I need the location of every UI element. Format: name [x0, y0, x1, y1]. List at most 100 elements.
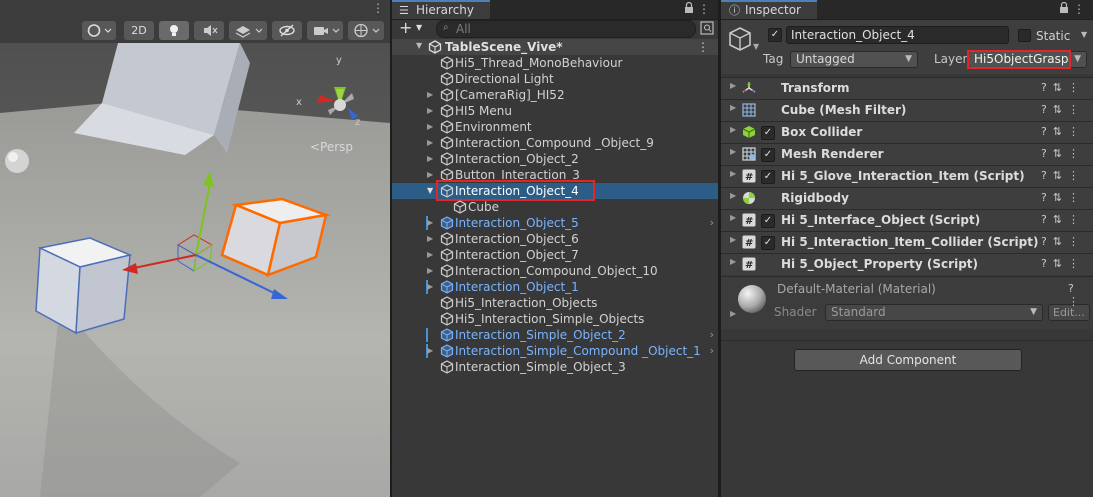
expand-arrow-icon[interactable]: ▶: [427, 263, 437, 279]
more-options-icon[interactable]: ⋮: [698, 2, 710, 16]
hierarchy-item[interactable]: Directional Light: [392, 71, 718, 87]
hierarchy-item[interactable]: ▶ Interaction_Object_2: [392, 151, 718, 167]
object-name-field[interactable]: Interaction_Object_4: [786, 26, 1009, 44]
camera-settings-button[interactable]: [307, 21, 343, 40]
active-checkbox[interactable]: ✓: [768, 28, 782, 42]
toggle-2d-button[interactable]: 2D: [124, 21, 154, 40]
expand-arrow-icon[interactable]: ▶: [730, 147, 736, 156]
hidden-objects-toggle[interactable]: [272, 21, 302, 40]
gizmos-button[interactable]: [348, 21, 384, 40]
expand-arrow-icon[interactable]: ▶: [730, 81, 736, 90]
chevron-right-icon[interactable]: ›: [710, 327, 714, 343]
lock-icon[interactable]: [684, 1, 694, 17]
expand-arrow-icon[interactable]: ▶: [730, 309, 736, 318]
component-header[interactable]: ▶ Cube (Mesh Filter) ?⇅⋮: [721, 99, 1093, 121]
audio-toggle-button[interactable]: [194, 21, 224, 40]
cube-left[interactable]: [35, 237, 133, 335]
tab-hierarchy[interactable]: ☰ Hierarchy: [392, 0, 490, 19]
expand-arrow-icon[interactable]: ▶: [427, 135, 437, 151]
material-header-icons[interactable]: ?⋮: [1068, 282, 1093, 308]
static-checkbox[interactable]: [1018, 29, 1031, 42]
expand-arrow-icon[interactable]: ▶: [730, 169, 736, 178]
scene-view[interactable]: ⋮ 2D y x z <Persp: [0, 0, 390, 497]
expand-arrow-icon[interactable]: ▶: [730, 103, 736, 112]
hierarchy-item[interactable]: ▶ Interaction_Simple_Compound _Object_1 ›: [392, 343, 718, 359]
expand-arrow-icon[interactable]: ▶: [730, 125, 736, 134]
component-enabled-checkbox[interactable]: ✓: [761, 148, 775, 162]
hierarchy-item[interactable]: ▶ Environment: [392, 119, 718, 135]
component-header-icons[interactable]: ?⇅⋮: [1041, 125, 1085, 138]
search-input[interactable]: ⌕ All: [436, 20, 696, 38]
create-button[interactable]: + ▼: [396, 18, 430, 37]
component-enabled-checkbox[interactable]: ✓: [761, 170, 775, 184]
component-enabled-checkbox[interactable]: ✓: [761, 236, 775, 250]
component-header-icons[interactable]: ?⇅⋮: [1041, 257, 1085, 270]
component-header[interactable]: ▶ Transform ?⇅⋮: [721, 77, 1093, 99]
hierarchy-item[interactable]: Hi5_Thread_MonoBehaviour: [392, 55, 718, 71]
collapse-arrow-icon[interactable]: ▼: [416, 41, 422, 50]
component-header-icons[interactable]: ?⇅⋮: [1041, 235, 1085, 248]
draw-mode-button[interactable]: [82, 21, 116, 40]
hierarchy-item[interactable]: Interaction_Simple_Object_3: [392, 359, 718, 375]
hierarchy-item[interactable]: ▶ Interaction_Object_1: [392, 279, 718, 295]
more-options-icon[interactable]: ⋮: [697, 39, 709, 55]
component-header-icons[interactable]: ?⇅⋮: [1041, 169, 1085, 182]
component-header[interactable]: ▶ # ✓ Hi 5_Interface_Object (Script) ?⇅⋮: [721, 209, 1093, 231]
expand-arrow-icon[interactable]: ▶: [427, 87, 437, 103]
hierarchy-item[interactable]: Hi5_Interaction_Simple_Objects: [392, 311, 718, 327]
hierarchy-item[interactable]: ▶ Interaction_Object_5 ›: [392, 215, 718, 231]
tag-dropdown[interactable]: Untagged ▼: [790, 51, 918, 68]
expand-arrow-icon[interactable]: ▶: [427, 103, 437, 119]
expand-arrow-icon[interactable]: ▶: [730, 257, 736, 266]
component-header-icons[interactable]: ?⇅⋮: [1041, 191, 1085, 204]
hierarchy-item[interactable]: ▶ HI5 Menu: [392, 103, 718, 119]
expand-arrow-icon[interactable]: ▶: [427, 343, 437, 359]
expand-arrow-icon[interactable]: ▶: [427, 151, 437, 167]
hierarchy-item[interactable]: ▶ Interaction_Compound_Object_10: [392, 263, 718, 279]
scene-header-row[interactable]: ▼ TableScene_Vive* ⋮: [392, 39, 718, 55]
add-component-button[interactable]: Add Component: [794, 349, 1022, 371]
lighting-toggle-button[interactable]: [159, 21, 189, 40]
expand-arrow-icon[interactable]: ▶: [730, 213, 736, 222]
expand-arrow-icon[interactable]: ▶: [427, 279, 437, 295]
hierarchy-item[interactable]: Cube: [392, 199, 718, 215]
static-dropdown-icon[interactable]: ▼: [1081, 30, 1087, 39]
expand-arrow-icon[interactable]: ▶: [730, 235, 736, 244]
component-header[interactable]: ▶ # ✓ Hi 5_Glove_Interaction_Item (Script)?…: [721, 165, 1093, 187]
chevron-right-icon[interactable]: ›: [710, 343, 714, 359]
component-header[interactable]: ▶ # ✓ Hi 5_Interaction_Item_Collider (Scrip…: [721, 231, 1093, 253]
scene-filter-button[interactable]: [700, 21, 714, 35]
more-options-icon[interactable]: ⋮: [372, 1, 384, 15]
tab-inspector[interactable]: ⓘ Inspector: [721, 0, 817, 19]
hierarchy-item[interactable]: ▶ Interaction_Object_6: [392, 231, 718, 247]
hierarchy-item[interactable]: Hi5_Interaction_Objects: [392, 295, 718, 311]
effects-dropdown-button[interactable]: [229, 21, 267, 40]
expand-arrow-icon[interactable]: ▶: [730, 191, 736, 200]
component-header[interactable]: ▶ ✓ Box Collider ?⇅⋮: [721, 121, 1093, 143]
component-header-icons[interactable]: ?⇅⋮: [1041, 81, 1085, 94]
component-header[interactable]: ▶ ✓ Mesh Renderer ?⇅⋮: [721, 143, 1093, 165]
svg-text:#: #: [745, 238, 753, 249]
hierarchy-item[interactable]: ▶ Interaction_Object_7: [392, 247, 718, 263]
component-header-icons[interactable]: ?⇅⋮: [1041, 103, 1085, 116]
shader-dropdown[interactable]: Standard ▼: [825, 304, 1043, 321]
component-enabled-checkbox[interactable]: ✓: [761, 214, 775, 228]
scene-canvas[interactable]: y x z <Persp: [0, 43, 390, 497]
component-header[interactable]: ▶ Rigidbody ?⇅⋮: [721, 187, 1093, 209]
component-header-icons[interactable]: ?⇅⋮: [1041, 147, 1085, 160]
component-header-icons[interactable]: ?⇅⋮: [1041, 213, 1085, 226]
lock-icon[interactable]: [1059, 1, 1069, 17]
chevron-right-icon[interactable]: ›: [710, 215, 714, 231]
more-options-icon[interactable]: ⋮: [1073, 2, 1085, 16]
component-enabled-checkbox[interactable]: ✓: [761, 126, 775, 140]
expand-arrow-icon[interactable]: ▶: [427, 231, 437, 247]
expand-arrow-icon[interactable]: ▶: [427, 247, 437, 263]
hierarchy-item[interactable]: ▶ [CameraRig]_HI52: [392, 87, 718, 103]
expand-arrow-icon[interactable]: ▶: [427, 215, 437, 231]
expand-arrow-icon[interactable]: ▶: [427, 119, 437, 135]
chevron-down-icon[interactable]: ▼: [753, 42, 759, 51]
component-header[interactable]: ▶ # Hi 5_Object_Property (Script) ?⇅⋮: [721, 253, 1093, 275]
hierarchy-item[interactable]: Interaction_Simple_Object_2 ›: [392, 327, 718, 343]
hierarchy-item[interactable]: ▶ Interaction_Compound _Object_9: [392, 135, 718, 151]
projection-label[interactable]: <Persp: [310, 140, 353, 154]
